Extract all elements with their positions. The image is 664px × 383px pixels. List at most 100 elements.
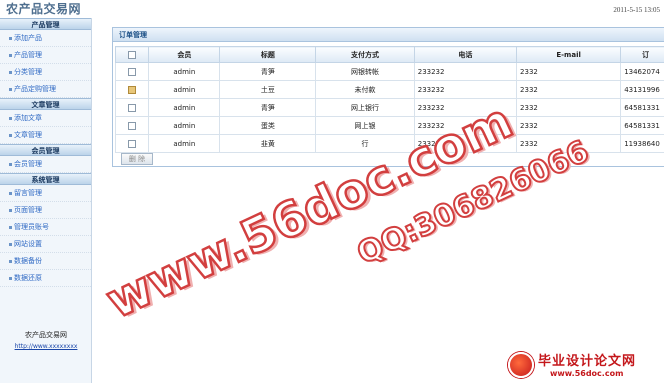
sidebar-section-header[interactable]: 产品管理	[0, 18, 91, 30]
cell-phone: 233232	[413, 62, 518, 81]
column-header-order: 订	[620, 46, 664, 63]
row-checkbox[interactable]	[128, 121, 137, 130]
sidebar: 产品管理 添加产品 产品管理 分类管理 产品定购管理 文章管理 添加文章 文章管理 会员管理 会员…	[0, 18, 92, 383]
bullet-icon	[9, 225, 12, 229]
bullet-icon	[9, 70, 12, 74]
site-title: 农产品交易网	[6, 2, 82, 16]
sidebar-menu-item-label: 产品管理	[14, 51, 42, 59]
brand-badge: 毕业设计论文网 www.56doc.com	[500, 347, 664, 383]
select-all-checkbox[interactable]	[128, 50, 137, 59]
table-row[interactable]: admin 蛋类 网上银 233232 2332 64581331	[114, 116, 664, 135]
brand-name: 毕业设计论文网	[538, 354, 637, 369]
cell-title: 青笋	[219, 62, 317, 81]
cell-payment: 网银转帐	[315, 62, 415, 81]
sidebar-menu-item[interactable]: 留言管理	[0, 185, 91, 202]
sidebar-menu-item[interactable]: 数据备份	[0, 253, 91, 270]
cell-email: 2332	[516, 116, 622, 135]
cell-order: 13462074	[620, 62, 664, 81]
cell-member: admin	[148, 80, 221, 99]
sidebar-menu-item-label: 产品定购管理	[14, 85, 56, 93]
sidebar-menu-item-label: 添加文章	[14, 114, 42, 122]
cell-payment: 网上银行	[315, 98, 415, 117]
brand-logo-icon	[508, 352, 534, 378]
sidebar-menu-item[interactable]: 添加文章	[0, 110, 91, 127]
select-all-header[interactable]	[114, 46, 150, 63]
row-select-cell[interactable]	[114, 134, 150, 153]
datetime: 2011-5-15 13:05	[613, 6, 660, 14]
bullet-icon	[9, 276, 12, 280]
sidebar-section-header[interactable]: 系统管理	[0, 173, 91, 185]
cell-email: 2332	[516, 62, 622, 81]
sidebar-menu-item-label: 管理员账号	[14, 223, 49, 231]
column-header-member: 会员	[148, 46, 221, 63]
table-row[interactable]: admin 土豆 未付款 233232 2332 43131996	[114, 80, 664, 99]
cell-phone: 233232	[413, 80, 518, 99]
cell-order: 64581331	[620, 98, 664, 117]
cell-payment: 网上银	[315, 116, 415, 135]
sidebar-menu-item[interactable]: 网站设置	[0, 236, 91, 253]
cell-title: 青笋	[219, 98, 317, 117]
row-select-cell[interactable]	[114, 62, 150, 81]
cell-payment: 未付款	[315, 80, 415, 99]
row-select-cell[interactable]	[114, 116, 150, 135]
cell-member: admin	[148, 116, 221, 135]
sidebar-menu-item-label: 添加产品	[14, 34, 42, 42]
bullet-icon	[9, 191, 12, 195]
sidebar-menu-item[interactable]: 管理员账号	[0, 219, 91, 236]
row-checkbox[interactable]	[128, 139, 137, 148]
sidebar-menu-item[interactable]: 添加产品	[0, 30, 91, 47]
sidebar-menu-item-label: 页面管理	[14, 206, 42, 214]
table-row[interactable]: admin 青笋 网上银行 233232 2332 64581331	[114, 98, 664, 117]
sidebar-menu-item-label: 文章管理	[14, 131, 42, 139]
cell-email: 2332	[516, 98, 622, 117]
sidebar-section-header[interactable]: 会员管理	[0, 144, 91, 156]
cell-order: 43131996	[620, 80, 664, 99]
bullet-icon	[9, 87, 12, 91]
column-header-email: E-mail	[516, 46, 622, 63]
sidebar-menu-item[interactable]: 页面管理	[0, 202, 91, 219]
cell-member: admin	[148, 62, 221, 81]
column-header-payment: 支付方式	[315, 46, 415, 63]
row-select-cell[interactable]	[114, 98, 150, 117]
cell-order: 11938640	[620, 134, 664, 153]
cell-order: 64581331	[620, 116, 664, 135]
orders-table: 会员 标题 支付方式 电话 E-mail 订 admin 青笋 网银转帐 233232…	[114, 46, 664, 153]
footer-link[interactable]: http://www.xxxxxxxx	[0, 343, 92, 350]
row-checkbox[interactable]	[128, 103, 137, 112]
bullet-icon	[9, 242, 12, 246]
bullet-icon	[9, 208, 12, 212]
bullet-icon	[9, 36, 12, 40]
bullet-icon	[9, 162, 12, 166]
bullet-icon	[9, 53, 12, 57]
cell-title: 蛋类	[219, 116, 317, 135]
row-checkbox[interactable]	[128, 67, 137, 76]
footer-site-name: 农产品交易网	[25, 331, 67, 339]
cell-member: admin	[148, 98, 221, 117]
row-checkbox[interactable]	[128, 85, 137, 94]
sidebar-menu-item[interactable]: 数据还原	[0, 270, 91, 287]
row-select-cell[interactable]	[114, 80, 150, 99]
column-header-phone: 电话	[413, 46, 518, 63]
sidebar-section-header[interactable]: 文章管理	[0, 98, 91, 110]
cell-title: 土豆	[219, 80, 317, 99]
bullet-icon	[9, 259, 12, 263]
table-header-row: 会员 标题 支付方式 电话 E-mail 订	[114, 46, 664, 63]
cell-title: 韭黄	[219, 134, 317, 153]
panel-title: 订单管理	[113, 28, 664, 42]
sidebar-menu-item[interactable]: 会员管理	[0, 156, 91, 173]
sidebar-menu-item-label: 会员管理	[14, 160, 42, 168]
cell-email: 2332	[516, 80, 622, 99]
cell-member: admin	[148, 134, 221, 153]
brand-url: www.56doc.com	[550, 369, 624, 378]
sidebar-menu-item[interactable]: 产品管理	[0, 47, 91, 64]
sidebar-menu-item[interactable]: 产品定购管理	[0, 81, 91, 98]
sidebar-menu-item-label: 数据备份	[14, 257, 42, 265]
sidebar-footer: 农产品交易网 http://www.xxxxxxxx	[0, 330, 92, 350]
table-row[interactable]: admin 青笋 网银转帐 233232 2332 13462074	[114, 62, 664, 81]
sidebar-menu-item[interactable]: 文章管理	[0, 127, 91, 144]
column-header-title: 标题	[219, 46, 317, 63]
sidebar-menu-item-label: 数据还原	[14, 274, 42, 282]
delete-button[interactable]: 删 除	[121, 153, 153, 165]
sidebar-menu-item-label: 网站设置	[14, 240, 42, 248]
sidebar-menu-item[interactable]: 分类管理	[0, 64, 91, 81]
